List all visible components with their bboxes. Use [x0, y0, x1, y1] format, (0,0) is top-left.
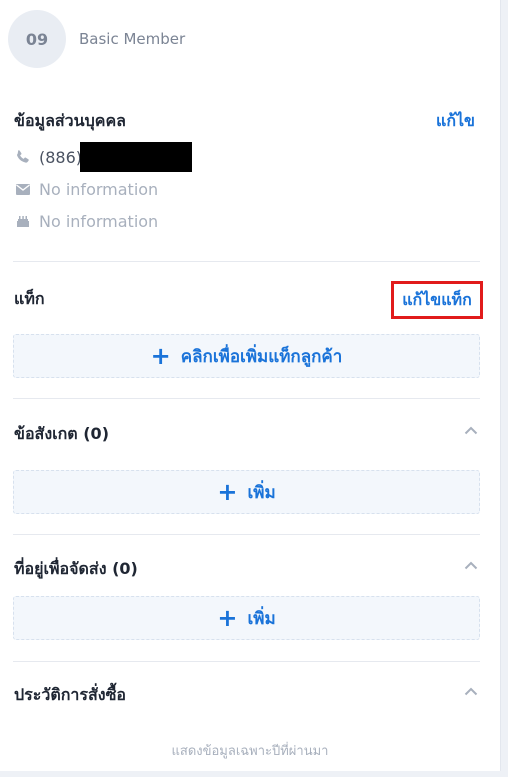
phone-icon: [14, 148, 32, 166]
order-history-title: ประวัติการสั่งซื้อ: [14, 685, 127, 704]
add-customer-tag-label: คลิกเพื่อเพิ่มแท็กลูกค้า: [180, 346, 343, 367]
footer-note: แสดงข้อมูลเฉพาะปีที่ผ่านมา: [171, 744, 329, 759]
member-row: 09 Basic Member: [8, 10, 185, 68]
add-address-button[interactable]: + เพิ่ม: [13, 596, 480, 640]
notes-title: ข้อสังเกต (0): [14, 424, 109, 443]
personal-info-title: ข้อมูลส่วนบุคคล: [14, 111, 126, 130]
divider: [13, 261, 480, 262]
add-note-label: เพิ่ม: [247, 482, 276, 503]
phone-row: (886): [14, 142, 193, 172]
add-customer-tag-button[interactable]: + คลิกเพื่อเพิ่มแท็กลูกค้า: [13, 334, 480, 378]
phone-value: (886): [39, 147, 83, 167]
redacted-phone-block: [80, 142, 193, 172]
chevron-up-icon[interactable]: [462, 558, 480, 572]
edit-tags-link[interactable]: แก้ไขแท็ก: [391, 281, 483, 319]
birthday-value: No information: [39, 211, 159, 231]
add-note-button[interactable]: + เพิ่ม: [13, 470, 480, 514]
envelope-icon: [14, 180, 32, 198]
customer-detail-panel: 09 Basic Member ข้อมูลส่วนบุคคล แก้ไข (8…: [0, 0, 501, 771]
member-avatar: 09: [8, 10, 66, 68]
member-number: 09: [25, 29, 49, 49]
tags-title: แท็ก: [14, 289, 45, 308]
edit-personal-info-link[interactable]: แก้ไข: [436, 109, 475, 134]
plus-icon: +: [217, 478, 238, 506]
addresses-title: ที่อยู่เพื่อจัดส่ง (0): [14, 559, 138, 578]
member-tier: Basic Member: [79, 30, 186, 48]
divider: [13, 534, 480, 535]
add-address-label: เพิ่ม: [247, 608, 276, 629]
birthday-row: No information: [14, 210, 158, 232]
plus-icon: +: [217, 604, 238, 632]
chevron-up-icon[interactable]: [462, 684, 480, 698]
cake-icon: [14, 212, 32, 230]
email-value: No information: [39, 179, 159, 199]
divider: [13, 661, 480, 662]
plus-icon: +: [150, 342, 171, 370]
chevron-up-icon[interactable]: [462, 423, 480, 437]
divider: [13, 398, 480, 399]
edit-tags-label: แก้ไขแท็ก: [402, 289, 472, 309]
email-row: No information: [14, 178, 158, 200]
